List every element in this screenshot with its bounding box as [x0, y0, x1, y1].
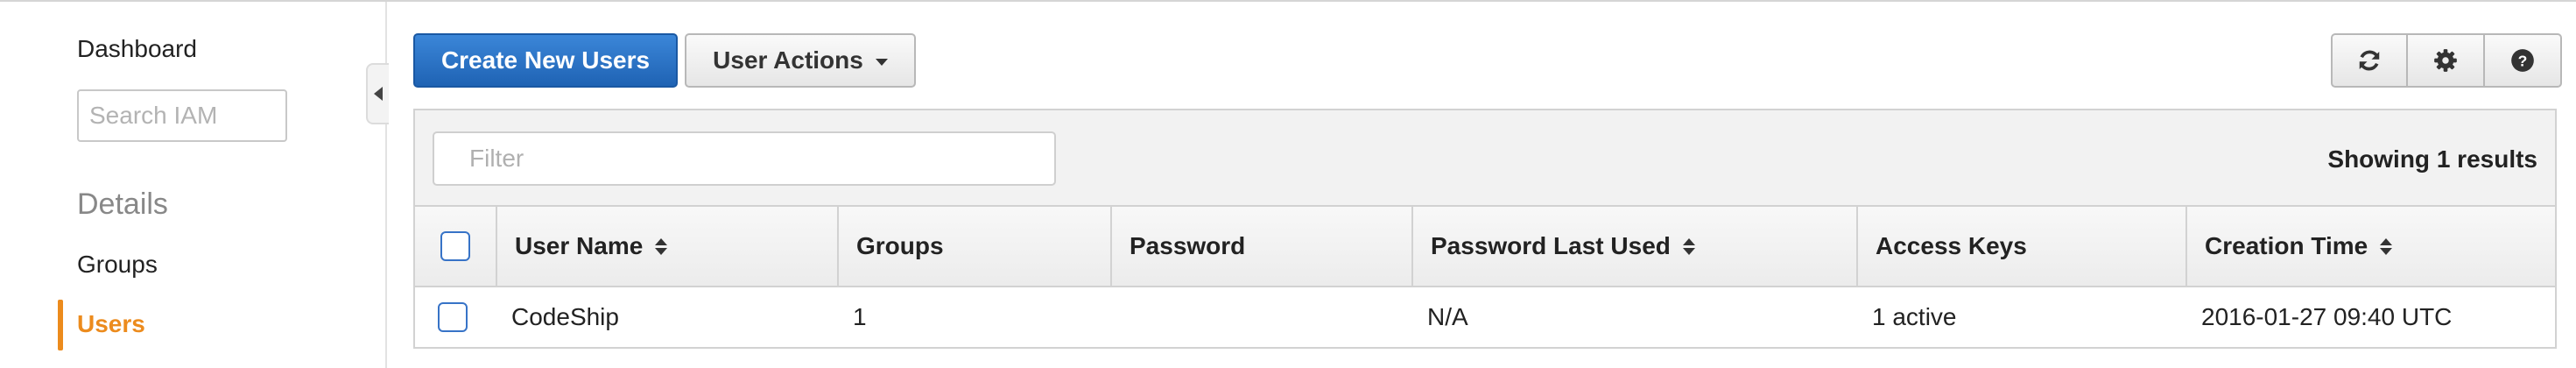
column-label: Creation Time: [2205, 232, 2368, 259]
active-indicator: [58, 300, 63, 350]
cell-password-last-used: N/A: [1427, 303, 1468, 330]
table-row[interactable]: CodeShip 1 N/A 1 active 2016-01-27 09:40…: [415, 287, 2555, 349]
sidebar-item-groups[interactable]: Groups: [77, 251, 158, 279]
results-count: Showing 1 results: [2327, 145, 2537, 173]
caret-left-icon: [374, 87, 383, 101]
sidebar-section-title: Details: [77, 188, 168, 221]
row-select-cell: [438, 287, 468, 347]
filter-bar: Showing 1 results: [415, 110, 2555, 205]
user-actions-label: User Actions: [713, 46, 863, 74]
column-header-creation-time[interactable]: Creation Time: [2187, 207, 2555, 286]
create-new-users-button[interactable]: Create New Users: [413, 33, 678, 88]
toolbar-icon-group: ?: [2331, 33, 2562, 88]
column-header-password: Password: [1112, 207, 1413, 286]
sort-icon[interactable]: [655, 237, 668, 255]
collapse-sidebar-button[interactable]: [366, 63, 389, 124]
refresh-icon: [2359, 50, 2380, 71]
row-checkbox[interactable]: [438, 302, 468, 332]
column-label: Access Keys: [1876, 232, 2027, 259]
sort-icon[interactable]: [1682, 237, 1695, 255]
column-label: Password: [1130, 232, 1246, 259]
column-header-password-last-used[interactable]: Password Last Used: [1413, 207, 1858, 286]
sidebar-item-dashboard[interactable]: Dashboard: [77, 35, 197, 63]
table-header: User Name Groups Password Password Last …: [415, 205, 2555, 287]
sort-icon[interactable]: [2380, 237, 2393, 255]
refresh-button[interactable]: [2331, 33, 2408, 88]
column-label: Groups: [856, 232, 944, 259]
help-button[interactable]: ?: [2485, 33, 2562, 88]
column-header-user-name[interactable]: User Name: [497, 207, 839, 286]
column-header-access-keys: Access Keys: [1858, 207, 2187, 286]
sidebar-item-users[interactable]: Users: [77, 310, 145, 338]
cell-groups: 1: [853, 303, 867, 330]
caret-down-icon: [875, 58, 888, 66]
svg-text:?: ?: [2518, 52, 2528, 69]
header-select-cell: [415, 207, 497, 286]
column-label: User Name: [515, 232, 644, 259]
sidebar: Dashboard Details Groups Users: [0, 2, 387, 368]
help-icon: ?: [2511, 49, 2534, 72]
column-label: Password Last Used: [1431, 232, 1671, 259]
cell-user-name[interactable]: CodeShip: [511, 287, 619, 347]
select-all-checkbox[interactable]: [440, 231, 470, 261]
user-actions-button[interactable]: User Actions: [685, 33, 916, 88]
search-iam-input[interactable]: [77, 89, 287, 142]
filter-input[interactable]: [433, 131, 1056, 186]
cell-creation-time: 2016-01-27 09:40 UTC: [2201, 303, 2453, 330]
column-header-groups: Groups: [839, 207, 1112, 286]
settings-button[interactable]: [2408, 33, 2485, 88]
cell-access-keys: 1 active: [1872, 303, 1957, 330]
users-table-panel: Showing 1 results User Name Groups Passw…: [413, 109, 2557, 349]
gear-icon: [2434, 49, 2457, 72]
